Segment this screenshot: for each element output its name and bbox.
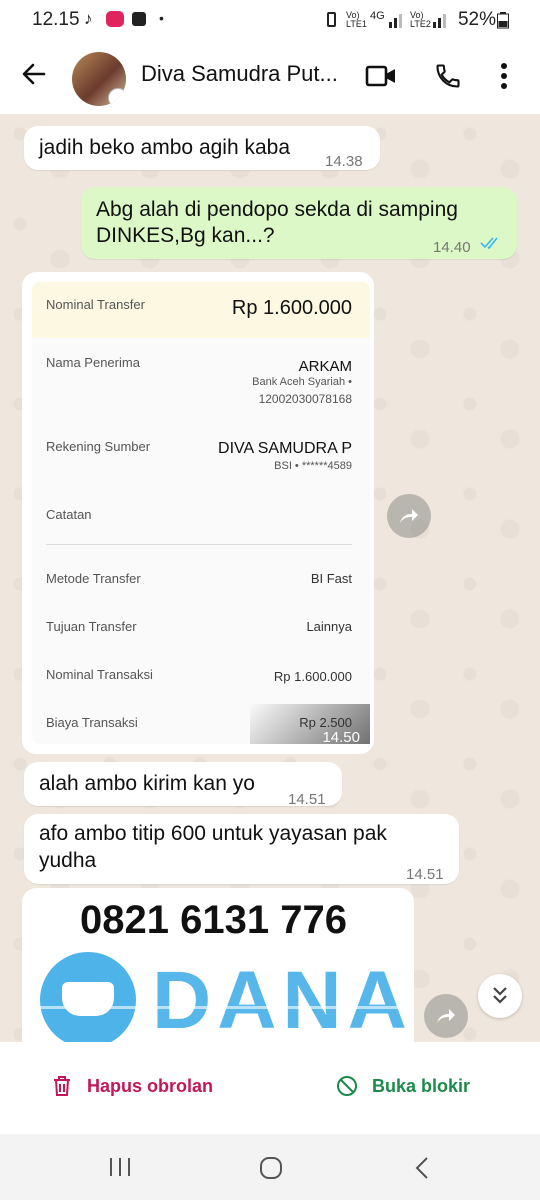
image-stripe	[22, 1006, 414, 1009]
more-options-icon[interactable]	[500, 62, 508, 90]
message-time: 14.51	[288, 791, 326, 808]
contact-avatar[interactable]	[72, 52, 126, 106]
back-arrow-icon[interactable]	[20, 60, 48, 88]
transfer-receipt-image[interactable]: Nominal Transfer Rp 1.600.000 Nama Pener…	[22, 272, 374, 754]
checkbox-notification-icon	[132, 12, 146, 26]
message-text-line1: Abg alah di pendopo sekda di samping	[96, 198, 458, 221]
fee-label: Biaya Transaksi	[46, 715, 138, 730]
system-navigation-bar	[0, 1134, 540, 1200]
status-time: 12.15	[32, 9, 80, 30]
signal-2-icon	[433, 14, 446, 28]
voice-call-icon[interactable]	[434, 62, 462, 90]
message-text: jadih beko ambo agih kaba	[39, 136, 291, 159]
unblock-label: Buka blokir	[372, 1076, 471, 1096]
signal-1-icon	[389, 14, 402, 28]
dana-brand-text: DANA	[152, 955, 413, 1042]
recipient-name: ARKAM	[298, 358, 352, 375]
unblock-button[interactable]: Buka blokir	[336, 1072, 486, 1104]
home-icon[interactable]	[259, 1156, 283, 1180]
message-time: 14.38	[325, 153, 363, 170]
message-bubble-incoming[interactable]: alah ambo kirim kan yo 14.51	[24, 762, 342, 808]
blocked-contact-actions: Hapus obrolan Buka blokir	[0, 1042, 540, 1134]
method-label: Metode Transfer	[46, 571, 141, 586]
source-account: BSI • ******4589	[274, 460, 352, 472]
back-nav-icon[interactable]	[414, 1156, 430, 1180]
forward-button[interactable]	[424, 994, 468, 1038]
read-receipt-icon	[480, 237, 498, 249]
message-time: 14.50	[322, 729, 360, 746]
video-call-icon[interactable]	[365, 64, 397, 88]
scroll-to-bottom-button[interactable]	[478, 974, 522, 1018]
recipient-bank: Bank Aceh Syariah •	[252, 376, 352, 388]
network-type: 4G	[370, 10, 385, 22]
note-label: Catatan	[46, 507, 92, 522]
dana-logo-wallet-icon	[62, 982, 114, 1016]
dana-phone-number: 0821 6131 776	[80, 898, 347, 942]
more-notifications-dot-icon: •	[159, 10, 164, 26]
phone-vibrate-icon	[327, 12, 336, 27]
txn-value: Rp 1.600.000	[273, 669, 352, 684]
message-text: alah ambo kirim kan yo	[39, 772, 255, 795]
nominal-value: Rp 1.600.000	[231, 297, 352, 319]
message-text-line2: DINKES,Bg kan...?	[96, 224, 275, 247]
battery-icon	[497, 12, 509, 29]
delete-chat-label: Hapus obrolan	[87, 1076, 214, 1096]
txn-label: Nominal Transaksi	[46, 667, 153, 682]
source-label: Rekening Sumber	[46, 439, 151, 454]
recent-apps-icon[interactable]	[108, 1156, 132, 1178]
message-bubble-incoming[interactable]: afo ambo titip 600 untuk yayasan pak yud…	[24, 814, 459, 884]
source-name: DIVA SAMUDRA P	[218, 440, 352, 457]
battery-percent: 52%	[457, 9, 496, 30]
forward-button[interactable]	[387, 494, 431, 538]
forward-icon	[437, 1009, 455, 1023]
recipient-account: 12002030078168	[258, 392, 352, 406]
dana-qr-image[interactable]: 0821 6131 776 DANA	[22, 888, 414, 1042]
status-bar: 12.15 ♪ • Vo) LTE1 4G Vo) LTE2 52%	[0, 0, 540, 40]
delete-chat-button[interactable]: Hapus obrolan	[52, 1072, 232, 1104]
purpose-label: Tujuan Transfer	[46, 619, 137, 634]
fee-value: Rp 2.500	[299, 715, 352, 730]
dana-logo-icon	[40, 952, 136, 1042]
trash-icon	[54, 1076, 70, 1096]
nominal-label: Nominal Transfer	[46, 297, 145, 312]
block-icon	[337, 1076, 357, 1096]
message-text-line1: afo ambo titip 600 untuk yayasan pak	[39, 822, 387, 845]
method-value: BI Fast	[310, 571, 352, 586]
recipient-label: Nama Penerima	[46, 355, 140, 370]
receipt-card: Nominal Transfer Rp 1.600.000 Nama Pener…	[32, 282, 370, 744]
double-chevron-down-icon	[493, 987, 507, 1004]
message-text-line2: yudha	[39, 849, 97, 872]
receipt-divider	[46, 544, 352, 545]
message-time: 14.51	[406, 866, 444, 883]
message-bubble-outgoing[interactable]: Abg alah di pendopo sekda di samping DIN…	[81, 187, 517, 259]
forward-icon	[400, 509, 418, 523]
receipt-nominal-row: Nominal Transfer Rp 1.600.000	[32, 282, 370, 338]
chat-area[interactable]: jadih beko ambo agih kaba 14.38 Abg alah…	[0, 114, 540, 1042]
sim1-label: Vo) LTE1	[346, 10, 367, 29]
chat-header: Diva Samudra Put...	[0, 40, 540, 114]
message-bubble-incoming[interactable]: jadih beko ambo agih kaba 14.38	[24, 126, 380, 170]
contact-name[interactable]: Diva Samudra Put...	[141, 61, 338, 87]
tiktok-icon: ♪	[84, 9, 93, 28]
app-notification-icon	[106, 11, 124, 27]
status-ring-icon	[108, 88, 126, 106]
message-time: 14.40	[433, 239, 471, 256]
sim2-label: Vo) LTE2	[410, 10, 431, 29]
purpose-value: Lainnya	[306, 619, 352, 634]
